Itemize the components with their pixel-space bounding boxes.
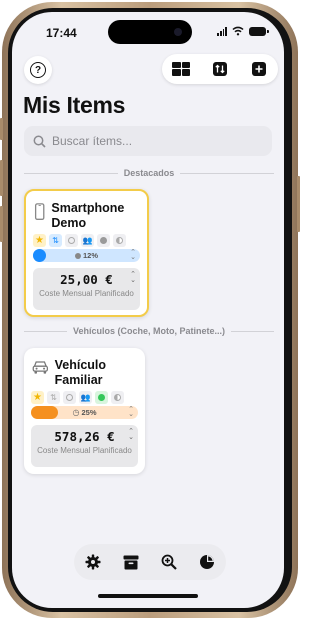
status-icons <box>217 26 269 36</box>
search-icon <box>33 135 46 148</box>
divider <box>180 172 274 174</box>
camera-icon <box>174 28 182 36</box>
progress-bar[interactable]: ◷ 25% ⌃ ⌄ <box>31 406 138 419</box>
cost-amount: 25,00 € <box>60 272 113 287</box>
question-icon: ? <box>30 62 46 78</box>
top-toolbar <box>162 54 278 84</box>
status-time: 17:44 <box>46 26 77 40</box>
dynamic-island <box>108 20 192 44</box>
volume-up-button <box>0 160 3 196</box>
wifi-icon <box>232 26 244 36</box>
cycle-icon <box>65 234 78 247</box>
status-dot-icon <box>95 391 108 404</box>
help-button[interactable]: ? <box>24 56 52 84</box>
search-placeholder: Buscar ítems... <box>52 134 133 148</box>
half-circle-icon <box>113 234 126 247</box>
add-item-button[interactable] <box>249 59 269 79</box>
item-card[interactable]: Vehículo Familiar ★ ⇅ 👥 ◷ 25% ⌃ ⌄ 578,26 €… <box>24 348 145 474</box>
item-card[interactable]: Smartphone Demo ★ ⇅ 👥 12% ⌃ ⌄ 25,00 € Cos… <box>24 189 149 317</box>
people-icon: 👥 <box>81 234 94 247</box>
cost-box[interactable]: 578,26 € Coste Mensual Planificado ⌃ ⌄ <box>31 425 138 467</box>
cost-label: Coste Mensual Planificado <box>39 289 134 298</box>
mute-switch <box>0 118 3 140</box>
cost-label: Coste Mensual Planificado <box>37 446 132 455</box>
status-dot-icon <box>97 234 110 247</box>
item-name: Vehículo Familiar <box>54 358 107 387</box>
item-indicators: ★ ⇅ 👥 <box>31 391 124 404</box>
cycle-icon <box>63 391 76 404</box>
chevron-up-down-icon: ⌃ ⌄ <box>130 271 136 284</box>
section-header-vehicles: Vehículos (Coche, Moto, Patinete...) <box>24 326 274 336</box>
progress-dot-icon <box>74 252 81 259</box>
sort-status-icon: ⇅ <box>47 391 60 404</box>
favorite-star-icon[interactable]: ★ <box>33 234 46 247</box>
archive-button[interactable] <box>121 552 141 572</box>
people-icon: 👥 <box>79 391 92 404</box>
power-button <box>297 176 300 232</box>
car-icon <box>32 361 48 374</box>
search-input[interactable]: Buscar ítems... <box>24 126 272 156</box>
gear-icon <box>85 554 101 570</box>
sort-button[interactable] <box>210 59 230 79</box>
screen: 17:44 ? Mis Items Buscar ítems... Destac… <box>12 12 284 608</box>
smartphone-icon <box>34 203 45 220</box>
divider <box>231 330 274 332</box>
clock-icon: ◷ <box>72 408 80 417</box>
plus-icon <box>251 62 266 76</box>
section-label: Vehículos (Coche, Moto, Patinete...) <box>72 326 226 336</box>
settings-button[interactable] <box>83 552 103 572</box>
battery-icon <box>249 26 269 36</box>
item-indicators: ★ ⇅ 👥 <box>33 234 126 247</box>
sort-status-icon: ⇅ <box>49 234 62 247</box>
page-title: Mis Items <box>23 92 126 118</box>
signal-icon <box>217 26 227 36</box>
cost-box[interactable]: 25,00 € Coste Mensual Planificado ⌃ ⌄ <box>33 268 140 310</box>
chevron-up-down-icon: ⌃ ⌄ <box>128 406 134 418</box>
bottom-toolbar <box>74 544 226 580</box>
favorite-star-icon[interactable]: ★ <box>31 391 44 404</box>
half-circle-icon <box>111 391 124 404</box>
archive-icon <box>123 555 139 569</box>
cost-amount: 578,26 € <box>54 429 115 444</box>
chevron-up-down-icon: ⌃ ⌄ <box>130 249 136 261</box>
progress-label: 25% <box>81 408 97 417</box>
section-label: Destacados <box>123 168 175 178</box>
section-header-featured: Destacados <box>24 168 274 178</box>
divider <box>24 172 118 174</box>
progress-bar[interactable]: 12% ⌃ ⌄ <box>33 249 140 262</box>
divider <box>24 330 67 332</box>
statistics-button[interactable] <box>197 552 217 572</box>
chevron-up-down-icon: ⌃ ⌄ <box>128 428 134 441</box>
layout-toggle-button[interactable] <box>171 59 191 79</box>
sort-arrows-icon <box>212 62 227 76</box>
progress-label: 12% <box>82 251 98 260</box>
zoom-button[interactable] <box>159 552 179 572</box>
zoom-in-icon <box>161 554 177 570</box>
pie-chart-icon <box>200 555 214 569</box>
home-indicator <box>98 594 198 598</box>
volume-down-button <box>0 206 3 242</box>
layout-icon <box>172 62 191 76</box>
item-name: Smartphone Demo <box>51 201 125 230</box>
